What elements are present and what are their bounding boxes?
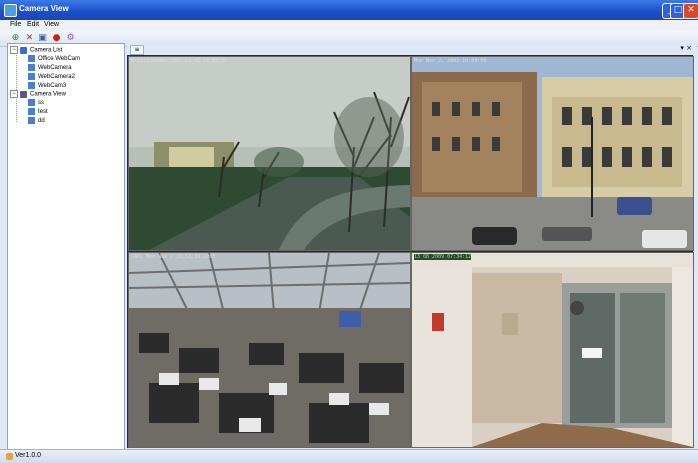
app-icon [4, 4, 17, 17]
webcam-icon [28, 64, 35, 71]
tree-label: WebCamera [38, 65, 72, 72]
camera-feed-image [412, 57, 693, 250]
doc-tab[interactable]: ≡ [130, 45, 144, 55]
tree-view-item[interactable]: dd [28, 117, 45, 126]
tree-label: WebCamera2 [38, 74, 75, 81]
pin-close-icon[interactable]: ▾ × [680, 44, 692, 52]
view-icon [28, 117, 35, 124]
camera-timestamp: 13 08 2009 07:34:12 [414, 254, 472, 260]
webcam-icon [28, 82, 35, 89]
tree-view-item[interactable]: test [28, 108, 48, 117]
tree-label: Office WebCam [38, 56, 81, 63]
tree-camera-view[interactable]: − Camera View [10, 90, 66, 99]
tree-camera-list[interactable]: − Camera List [10, 46, 62, 55]
menu-bar: File Edit View [0, 20, 698, 31]
tree-view-item[interactable]: ss [28, 99, 44, 108]
version-label: Ver1.0.0 [15, 452, 42, 459]
tree-camera-item[interactable]: Office WebCam [28, 55, 80, 64]
collapse-icon[interactable]: − [10, 46, 18, 54]
camera-tree-panel: − Camera List Office WebCam WebCamera Web… [7, 43, 125, 450]
title-bar: Camera View _ □ ✕ [0, 0, 698, 20]
tree-camera-item[interactable]: WebCamera2 [28, 73, 75, 82]
tree-label: dd [38, 118, 45, 125]
tree-label: ss [38, 100, 44, 107]
camera-timestamp: Kristinehamn 2003-11-02 11:03:5C [131, 58, 228, 64]
menu-view[interactable]: View [44, 21, 59, 28]
camera-grid: Kristinehamn 2003-11-02 11:03:5C Mon Nov… [127, 55, 694, 448]
collapse-icon[interactable]: − [10, 90, 18, 98]
camera-feed-image [412, 253, 693, 447]
camera-feed[interactable]: 13 08 2009 07:34:12 [411, 252, 694, 448]
tree-label: WebCam3 [38, 83, 67, 90]
menu-edit[interactable]: Edit [27, 21, 39, 28]
view-icon [28, 99, 35, 106]
tree-label: Camera View [30, 91, 66, 98]
camera-timestamp: JACC Mon Nov 2 10:53:39 2003 [131, 254, 216, 260]
webcam-icon [28, 73, 35, 80]
camera-feed-image [129, 57, 410, 250]
tree-label: Camera List [30, 47, 63, 54]
version-icon [6, 453, 13, 460]
camera-list-icon [20, 46, 27, 54]
camera-timestamp: Mon Nov 2, 2003 10:03:56 [414, 58, 487, 64]
window-title: Camera View [19, 4, 69, 13]
tree-camera-item[interactable]: WebCamera [28, 64, 72, 73]
close-button[interactable]: ✕ [683, 3, 698, 19]
view-icon [28, 108, 35, 115]
menu-file[interactable]: File [10, 21, 21, 28]
camera-view-icon [20, 90, 27, 98]
status-bar: Ver1.0.0 [0, 449, 698, 463]
camera-feed[interactable]: JACC Mon Nov 2 10:53:39 2003 [128, 252, 411, 448]
camera-feed-image [129, 253, 410, 447]
tree-label: test [38, 109, 48, 116]
webcam-icon [28, 55, 35, 62]
camera-feed[interactable]: Kristinehamn 2003-11-02 11:03:5C [128, 56, 411, 251]
camera-feed[interactable]: Mon Nov 2, 2003 10:03:56 [411, 56, 694, 251]
